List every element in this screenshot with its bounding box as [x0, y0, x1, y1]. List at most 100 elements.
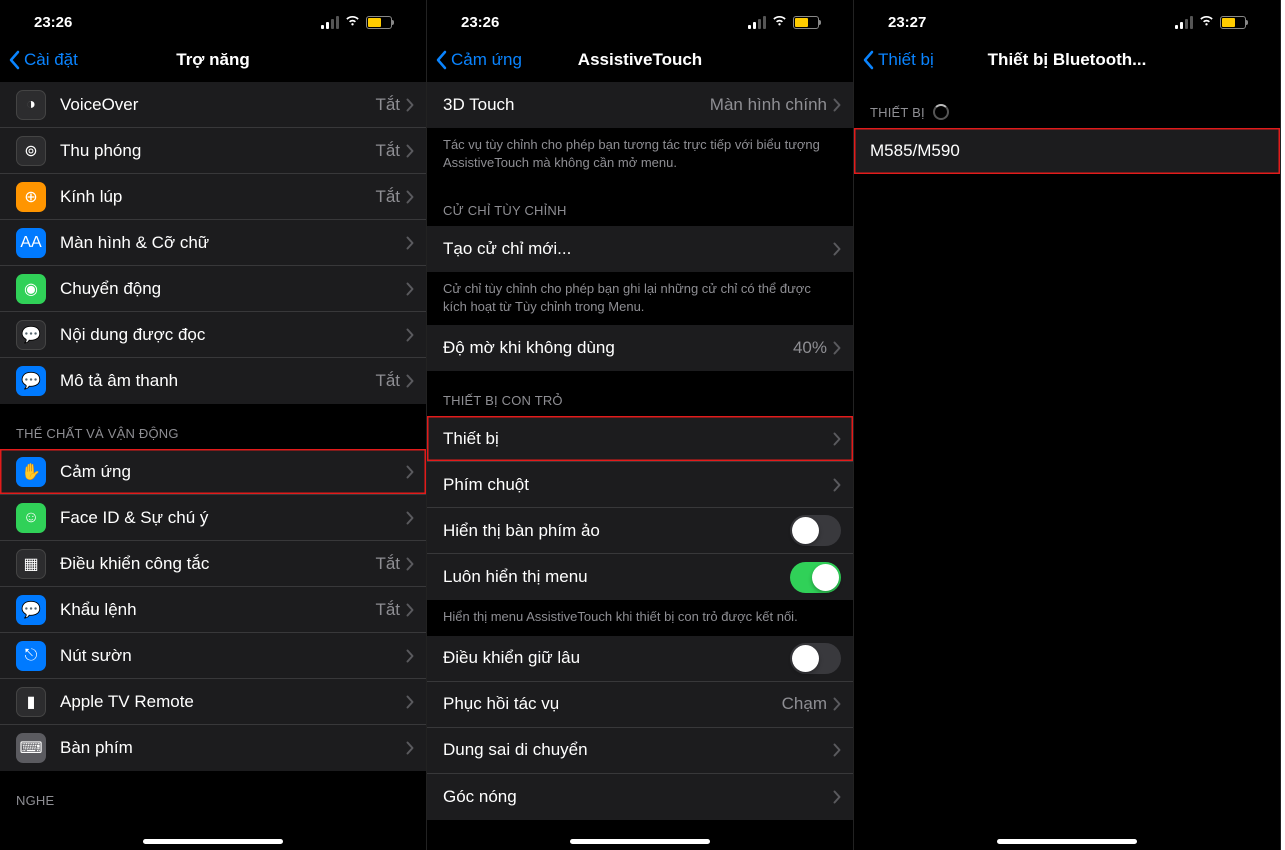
settings-row[interactable]: ▮ Apple TV Remote — [0, 679, 426, 725]
home-indicator[interactable] — [143, 839, 283, 844]
row-label: Thiết bị — [443, 429, 833, 449]
wifi-icon — [1198, 14, 1215, 31]
settings-list: Tạo cử chỉ mới... — [427, 226, 853, 272]
row-label: M585/M590 — [870, 141, 1268, 161]
back-label: Cảm ứng — [451, 50, 522, 70]
settings-row[interactable]: ✋ Cảm ứng — [0, 449, 426, 495]
settings-row[interactable]: 💬Khẩu lệnhTắt — [0, 587, 426, 633]
settings-row[interactable]: Góc nóng — [427, 774, 853, 820]
back-button[interactable]: Thiết bị — [854, 50, 934, 70]
settings-row[interactable]: Hiển thị bàn phím ảo — [427, 508, 853, 554]
row-label: Khẩu lệnh — [60, 600, 375, 620]
settings-row[interactable]: Thiết bị — [427, 416, 853, 462]
section-header-label: CỬ CHỈ TÙY CHỈNH — [443, 203, 567, 218]
settings-row[interactable]: 💬Nội dung được đọc — [0, 312, 426, 358]
settings-row[interactable]: ⌨Bàn phím — [0, 725, 426, 771]
row-label: Face ID & Sự chú ý — [60, 508, 406, 528]
toggle-switch[interactable] — [790, 643, 841, 674]
row-label: Luôn hiển thị menu — [443, 567, 790, 587]
settings-list: Điều khiển giữ lâuPhục hồi tác vụChạmDun… — [427, 636, 853, 820]
section-header-label: THIẾT BỊ CON TRỎ — [443, 393, 563, 408]
settings-row[interactable]: 3D TouchMàn hình chính — [427, 82, 853, 128]
content-scroll[interactable]: 3D TouchMàn hình chínhTác vụ tùy chỉnh c… — [427, 82, 853, 830]
settings-row[interactable]: M585/M590 — [854, 128, 1280, 174]
row-label: Hiển thị bàn phím ảo — [443, 521, 790, 541]
chevron-right-icon — [833, 743, 841, 757]
wifi-icon — [771, 14, 788, 31]
settings-row[interactable]: Luôn hiển thị menu — [427, 554, 853, 600]
settings-row[interactable]: Phục hồi tác vụChạm — [427, 682, 853, 728]
back-label: Thiết bị — [878, 50, 934, 70]
settings-row[interactable]: ◑VoiceOverTắt — [0, 82, 426, 128]
home-indicator[interactable] — [997, 839, 1137, 844]
content-scroll[interactable]: ◑VoiceOverTắt⊚Thu phóngTắt⊕Kính lúpTắtAA… — [0, 82, 426, 830]
toggle-switch[interactable] — [790, 515, 841, 546]
section-header: CỬ CHỈ TÙY CHỈNH — [427, 181, 853, 226]
battery-icon — [366, 16, 392, 29]
side-button-icon: ⎋ — [16, 641, 46, 671]
status-time: 23:27 — [888, 14, 926, 31]
settings-row[interactable]: Điều khiển giữ lâu — [427, 636, 853, 682]
settings-row[interactable]: ⊕Kính lúpTắt — [0, 174, 426, 220]
settings-row[interactable]: AAMàn hình & Cỡ chữ — [0, 220, 426, 266]
settings-row[interactable]: Tạo cử chỉ mới... — [427, 226, 853, 272]
wifi-icon — [344, 14, 361, 31]
settings-row[interactable]: Độ mờ khi không dùng40% — [427, 325, 853, 371]
section-footer: Hiển thị menu AssistiveTouch khi thiết b… — [427, 600, 853, 636]
tv-remote-icon: ▮ — [16, 687, 46, 717]
settings-row[interactable]: Dung sai di chuyển — [427, 728, 853, 774]
row-label: Cảm ứng — [60, 462, 406, 482]
faceid-icon: ☺ — [16, 503, 46, 533]
row-value: Tắt — [375, 187, 400, 207]
content-scroll[interactable]: THIẾT BỊ M585/M590 — [854, 82, 1280, 830]
section-header: NGHE — [0, 771, 426, 816]
status-time: 23:26 — [461, 14, 499, 31]
text-size-icon: AA — [16, 228, 46, 258]
section-header: THIẾT BỊ — [854, 82, 1280, 128]
section-header-label: THỂ CHẤT VÀ VẬN ĐỘNG — [16, 426, 179, 441]
row-label: Phục hồi tác vụ — [443, 694, 782, 714]
chevron-right-icon — [406, 557, 414, 571]
settings-row[interactable]: ◉Chuyển động — [0, 266, 426, 312]
row-value: 40% — [793, 338, 827, 358]
row-label: Thu phóng — [60, 141, 375, 161]
row-label: Nội dung được đọc — [60, 325, 406, 345]
nav-header: Cài đặt Trợ năng — [0, 38, 426, 82]
row-label: Apple TV Remote — [60, 692, 406, 712]
screen-assistivetouch: 23:26 Cảm ứng AssistiveTouch 3D TouchMàn… — [427, 0, 854, 850]
chevron-right-icon — [406, 236, 414, 250]
home-indicator[interactable] — [570, 839, 710, 844]
back-label: Cài đặt — [24, 50, 78, 70]
chevron-right-icon — [833, 98, 841, 112]
row-label: Điều khiển công tắc — [60, 554, 375, 574]
voiceover-icon: ◑ — [16, 90, 46, 120]
row-value: Tắt — [375, 95, 400, 115]
voice-ctrl-icon: 💬 — [16, 595, 46, 625]
settings-row[interactable]: 💬Mô tả âm thanhTắt — [0, 358, 426, 404]
toggle-switch[interactable] — [790, 562, 841, 593]
zoom-icon: ⊚ — [16, 136, 46, 166]
chevron-right-icon — [406, 190, 414, 204]
settings-row[interactable]: ☺ Face ID & Sự chú ý — [0, 495, 426, 541]
row-label: Độ mờ khi không dùng — [443, 338, 793, 358]
chevron-left-icon — [8, 50, 20, 70]
row-value: Tắt — [375, 554, 400, 574]
settings-list: Thiết bị Phím chuột Hiển thị bàn phím ảo Lu… — [427, 416, 853, 600]
touch-icon: ✋ — [16, 457, 46, 487]
row-value: Chạm — [782, 694, 827, 714]
chevron-right-icon — [833, 478, 841, 492]
settings-row[interactable]: Phím chuột — [427, 462, 853, 508]
back-button[interactable]: Cài đặt — [0, 50, 78, 70]
back-button[interactable]: Cảm ứng — [427, 50, 522, 70]
settings-list: 3D TouchMàn hình chính — [427, 82, 853, 128]
chevron-right-icon — [406, 328, 414, 342]
settings-row[interactable]: ⎋ Nút sườn — [0, 633, 426, 679]
keyboard-icon: ⌨ — [16, 733, 46, 763]
chevron-right-icon — [406, 603, 414, 617]
nav-header: Cảm ứng AssistiveTouch — [427, 38, 853, 82]
chevron-right-icon — [833, 341, 841, 355]
settings-row[interactable]: ⊚Thu phóngTắt — [0, 128, 426, 174]
status-bar: 23:26 — [0, 0, 426, 38]
row-label: Nút sườn — [60, 646, 406, 666]
settings-row[interactable]: ▦Điều khiển công tắcTắt — [0, 541, 426, 587]
